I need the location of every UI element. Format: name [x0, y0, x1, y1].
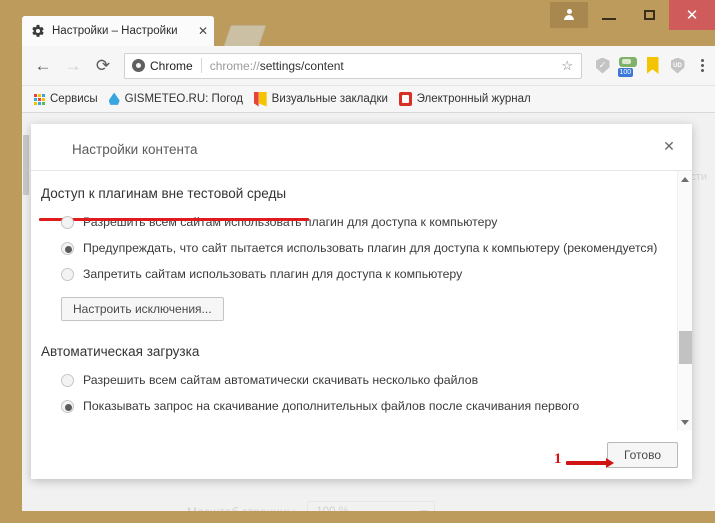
tab-settings[interactable]: Настройки – Настройки ✕ [22, 16, 214, 46]
tab-close-button[interactable]: ✕ [195, 23, 211, 39]
bookmark-icon[interactable] [640, 46, 665, 86]
page-zoom-select[interactable]: 100 % [307, 501, 436, 511]
radio-option-ask-downloads[interactable]: Показывать запрос на скачивание дополнит… [31, 399, 671, 413]
radio-option-allow-downloads[interactable]: Разрешить всем сайтам автоматически скач… [31, 373, 671, 387]
radio-button-selected[interactable] [61, 242, 74, 255]
journal-doc-icon [398, 92, 412, 106]
bookmark-item-services[interactable]: Сервисы [30, 89, 105, 109]
bookmark-label: Визуальные закладки [271, 93, 388, 105]
section-heading: Доступ к плагинам вне тестовой среды [41, 186, 287, 201]
shield-ud-label: UD [673, 62, 682, 69]
gear-icon [31, 24, 45, 38]
water-drop-icon [108, 92, 120, 105]
radio-label: Запретить сайтам использовать плагин для… [83, 267, 463, 281]
radio-label: Разрешить всем сайтам автоматически скач… [83, 373, 479, 387]
radio-label: Предупреждать, что сайт пытается использ… [83, 241, 658, 255]
exceptions-row: Настроить исключения... [31, 281, 671, 321]
apps-grid-icon [34, 93, 45, 105]
url-prefix: chrome:// [209, 58, 260, 73]
reload-button[interactable]: ⟳ [88, 46, 118, 86]
radio-option-warn-plugins[interactable]: Предупреждать, что сайт пытается использ… [31, 241, 671, 255]
dialog-scrollbar-thumb[interactable] [679, 331, 692, 364]
section-automatic-downloads: Автоматическая загрузка [31, 321, 671, 361]
star-outline-icon[interactable]: ☆ [559, 58, 575, 74]
section-heading: Автоматическая загрузка [41, 344, 200, 359]
chrome-logo-icon [132, 59, 145, 72]
site-chip-label: Chrome [150, 58, 193, 73]
bookmark-label: Сервисы [50, 93, 98, 105]
scroll-up-arrow-icon[interactable] [681, 177, 689, 182]
bookmarks-bar: Сервисы GISMETEO.RU: Погода Визуальные з… [22, 86, 715, 113]
scroll-down-arrow-icon[interactable] [681, 420, 689, 425]
screenshot-icon[interactable]: 100 [615, 46, 640, 86]
back-arrow-icon: ← [34, 56, 52, 75]
dialog-scrollbar[interactable] [677, 171, 692, 431]
dialog-footer: Готово [31, 431, 692, 479]
content-settings-dialog: Настройки контента ✕ Доступ к плагинам в… [31, 124, 692, 479]
url-text: chrome://settings/content [210, 59, 560, 73]
forward-button[interactable]: → [58, 46, 88, 86]
dialog-close-button[interactable]: ✕ [658, 135, 680, 157]
browser-toolbar: ← → ⟳ Chrome chrome://settings/content ☆… [22, 46, 715, 86]
page-scrollbar-thumb[interactable] [23, 135, 29, 195]
new-tab-button[interactable] [223, 25, 267, 46]
address-bar[interactable]: Chrome chrome://settings/content ☆ [124, 52, 582, 79]
bookmark-label: Электронный журнал [416, 93, 531, 105]
extension-icons: ✓ 100 UD [590, 46, 715, 86]
shield-ud-icon[interactable]: UD [665, 46, 690, 86]
heading-highlight-underline [39, 218, 309, 221]
shield-check-icon[interactable]: ✓ [590, 46, 615, 86]
dialog-content: Доступ к плагинам вне тестовой среды Раз… [31, 171, 671, 413]
bookmark-item-gismeteo[interactable]: GISMETEO.RU: Погода [105, 89, 250, 109]
radio-label: Показывать запрос на скачивание дополнит… [83, 399, 580, 413]
reload-icon: ⟳ [95, 56, 111, 75]
three-dots-menu-icon[interactable] [690, 46, 715, 86]
bookmark-item-visual[interactable]: Визуальные закладки [250, 89, 395, 109]
forward-arrow-icon: → [64, 56, 82, 75]
browser-window: ✕ Настройки – Настройки ✕ ← → ⟳ Chrome c… [0, 0, 715, 523]
page-scrollbar[interactable] [22, 113, 30, 511]
bookmark-label: GISMETEO.RU: Погода [124, 93, 243, 105]
radio-button[interactable] [61, 268, 74, 281]
annotation-step-number: 1 [554, 451, 562, 467]
tab-title: Настройки – Настройки [52, 25, 178, 37]
radio-option-block-plugins[interactable]: Запретить сайтам использовать плагин для… [31, 267, 671, 281]
background-text: сти [690, 171, 707, 183]
url-path: settings/content [259, 58, 344, 73]
done-button[interactable]: Готово [606, 442, 678, 468]
site-chip: Chrome [132, 59, 193, 73]
screenshot-badge: 100 [617, 67, 634, 77]
section-plugins: Доступ к плагинам вне тестовой среды [31, 171, 671, 203]
tab-strip: Настройки – Настройки ✕ [0, 0, 715, 46]
page-zoom-row: Масштаб страницы 100 % [187, 501, 436, 511]
radio-button[interactable] [61, 374, 74, 387]
bookmark-item-journal[interactable]: Электронный журнал [395, 89, 538, 109]
window-frame-bottom [0, 511, 715, 523]
annotation-arrow [566, 458, 614, 468]
omnibox-separator [200, 58, 202, 73]
manage-exceptions-button[interactable]: Настроить исключения... [61, 297, 224, 321]
dialog-title: Настройки контента [72, 142, 198, 157]
radio-button-selected[interactable] [61, 400, 74, 413]
radio-button[interactable] [61, 216, 74, 229]
dialog-body: Доступ к плагинам вне тестовой среды Раз… [31, 171, 692, 431]
back-button[interactable]: ← [28, 46, 58, 86]
visual-bookmarks-icon [253, 91, 267, 107]
